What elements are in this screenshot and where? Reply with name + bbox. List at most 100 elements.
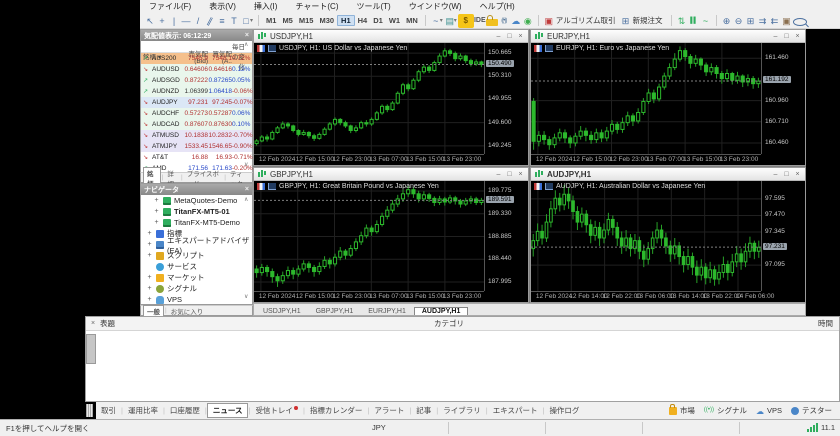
minimize-icon[interactable]: – — [494, 33, 503, 40]
search-icon[interactable] — [792, 17, 807, 26]
timeframe-h1-button[interactable]: H1 — [337, 15, 355, 26]
toolbox-grip[interactable] — [86, 404, 93, 417]
launcher-2[interactable]: ☁ VPS — [756, 406, 782, 416]
timeframe-m30-button[interactable]: M30 — [316, 16, 337, 25]
chart-tab-usdjpy[interactable]: USDJPY,H1 — [256, 308, 308, 315]
tree-item[interactable]: + TitanFX-MT5-01 — [141, 206, 252, 217]
toolbox-tab-9[interactable]: エキスパート — [488, 404, 543, 417]
dropdown-caret-icon[interactable]: ▾ — [454, 17, 457, 24]
scroll-down-icon[interactable]: ∨ — [244, 161, 248, 168]
toolbox-column-headers[interactable]: × 表題 カテゴリ 時間 — [86, 317, 839, 331]
launcher-3[interactable]: テスター — [791, 405, 832, 416]
cascade-vertical-icon[interactable]: ⇇ — [769, 14, 781, 28]
tick-arrows-icon[interactable]: ⇅ — [676, 14, 688, 28]
price-axis[interactable]: 161.460 160.960 160.710 160.460 161.192 — [761, 43, 805, 154]
tile-windows-icon[interactable]: ⊞ — [745, 14, 757, 28]
menu-item-3[interactable]: チャート(C) — [286, 1, 347, 12]
cloud-icon[interactable]: ☁ — [510, 14, 522, 28]
market-dollar-icon[interactable]: $ — [457, 13, 474, 28]
minimize-icon[interactable]: – — [771, 171, 780, 178]
toolbox-tab-6[interactable]: アラート — [369, 404, 409, 417]
toolbox-tab-4[interactable]: 受信トレイ — [250, 404, 303, 417]
expand-icon[interactable]: + — [153, 208, 160, 215]
expand-icon[interactable]: + — [146, 296, 153, 303]
text-icon[interactable]: T — [228, 14, 240, 28]
navigator-tab-0[interactable]: 一般 — [143, 305, 164, 316]
horizontal-line-icon[interactable]: — — [180, 14, 192, 28]
screenshot-icon[interactable]: ▣ — [781, 14, 793, 28]
table-row[interactable]: ↘ ATMJPY 1533.45 1546.65 -0.90% — [141, 141, 253, 152]
minimize-icon[interactable]: – — [494, 171, 503, 178]
algo-trading-icon[interactable]: ▣ — [543, 14, 555, 28]
tree-item[interactable]: サービス — [141, 261, 252, 272]
tree-item[interactable]: + シグナル — [141, 283, 252, 294]
table-row[interactable]: ↘ AUDJPY 97.231 97.245 -0.07% — [141, 97, 253, 108]
new-order-icon[interactable]: ⊞ — [620, 14, 632, 28]
cascade-horizontal-icon[interactable]: ⇉ — [757, 14, 769, 28]
menu-item-6[interactable]: ヘルプ(H) — [471, 1, 524, 12]
menu-item-2[interactable]: 挿入(I) — [245, 1, 287, 12]
expand-icon[interactable]: + — [146, 252, 153, 259]
launcher-0[interactable]: 市場 — [668, 403, 695, 416]
close-icon[interactable]: × — [86, 320, 100, 327]
expand-icon[interactable]: + — [146, 274, 153, 281]
restore-icon[interactable]: □ — [782, 171, 791, 178]
close-icon[interactable]: × — [793, 171, 802, 178]
close-icon[interactable]: × — [793, 33, 802, 40]
toolbox-tab-8[interactable]: ライブラリ — [438, 404, 486, 417]
price-axis[interactable]: 189.775 189.330 188.885 188.440 187.995 189.5… — [484, 181, 528, 291]
expand-icon[interactable]: + — [146, 230, 153, 237]
market-watch-column-headers[interactable]: 銘柄 ▾ 売気配(Bid) 買気配(A.. 毎日の変化 — [141, 41, 252, 71]
table-row[interactable]: ↘ AUDCAD 0.87607 0.87630 0.10% — [141, 119, 252, 130]
menu-item-0[interactable]: ファイル(F) — [140, 1, 200, 12]
candlestick-plot[interactable] — [531, 43, 761, 154]
dropdown-caret-icon[interactable]: ▾ — [440, 17, 443, 24]
toolbox-tab-2[interactable]: 口座履歴 — [165, 404, 205, 417]
close-icon[interactable]: × — [245, 186, 249, 193]
chart-tab-audjpy[interactable]: AUDJPY,H1 — [413, 307, 469, 315]
toolbox-tab-7[interactable]: 記事 — [411, 404, 436, 417]
chart-window-titlebar[interactable]: EURJPY,H1 – □ × — [531, 30, 805, 43]
menu-item-5[interactable]: ウインドウ(W) — [400, 1, 471, 12]
navigator-tab-1[interactable]: お気に入り — [168, 306, 207, 316]
timeframe-mn-button[interactable]: MN — [403, 16, 421, 25]
restore-icon[interactable]: □ — [505, 171, 514, 178]
candlestick-plot[interactable] — [254, 181, 484, 291]
community-icon[interactable]: ◉ — [522, 14, 534, 28]
vertical-line-icon[interactable]: | — [168, 14, 180, 28]
price-axis[interactable]: 150.665 150.310 149.955 149.600 149.245 150.4… — [484, 43, 528, 154]
candlestick-plot[interactable] — [254, 43, 484, 154]
zoom-in-icon[interactable]: ⊕ — [721, 14, 733, 28]
crosshair-icon[interactable]: + — [156, 14, 168, 28]
chart-window-titlebar[interactable]: USDJPY,H1 – □ × — [254, 30, 528, 43]
toolbox-tab-3[interactable]: ニュース — [206, 403, 249, 418]
close-icon[interactable]: × — [516, 33, 525, 40]
bar-chart-icon[interactable]: ▌▌ — [688, 14, 700, 28]
restore-icon[interactable]: □ — [505, 33, 514, 40]
timeframe-w1-button[interactable]: W1 — [386, 16, 403, 25]
expand-icon[interactable]: + — [146, 285, 153, 292]
expand-icon[interactable]: + — [153, 219, 160, 226]
timeframe-m5-button[interactable]: M5 — [279, 16, 295, 25]
chart-tab-eurjpy[interactable]: EURJPY,H1 — [361, 308, 413, 315]
tree-item[interactable]: + エキスパートアドバイザ(EA) — [141, 236, 252, 255]
time-axis[interactable]: 12 Feb 2024 12 Feb 15:00 12 Feb 23:00 13 Fe… — [254, 291, 484, 302]
broadcast-icon[interactable]: ((•)) — [498, 14, 510, 28]
zoom-out-icon[interactable]: ⊖ — [733, 14, 745, 28]
table-row[interactable]: ↗ AUDNZD 1.06399 1.06418 -0.06% — [141, 86, 253, 97]
algo-trading-button[interactable]: アルゴリズム取引 — [556, 15, 616, 26]
timeframe-h4-button[interactable]: H4 — [355, 16, 371, 25]
expand-icon[interactable]: + — [153, 197, 160, 204]
menu-item-1[interactable]: 表示(V) — [200, 1, 245, 12]
table-row[interactable]: ↘ ATMUSD 10.1838 10.2832 -0.70% — [141, 130, 253, 141]
scroll-down-icon[interactable]: ∨ — [244, 293, 248, 300]
cursor-icon[interactable]: ↖ — [144, 14, 156, 28]
candlestick-plot[interactable] — [531, 181, 761, 291]
tree-item[interactable]: + MetaQuotes-Demo — [141, 195, 252, 206]
time-axis[interactable]: 12 Feb 2024 12 Feb 15:00 12 Feb 23:00 13 Fe… — [531, 154, 761, 165]
toolbox-tab-1[interactable]: 運用比率 — [123, 404, 163, 417]
timeframe-d1-button[interactable]: D1 — [370, 16, 386, 25]
time-axis[interactable]: 12 Feb 2024 12 Feb 14:00 12 Feb 22:00 13 Fe… — [531, 291, 774, 302]
line-chart-icon[interactable]: ~ — [700, 14, 712, 28]
tree-item[interactable]: + VPS — [141, 294, 252, 305]
